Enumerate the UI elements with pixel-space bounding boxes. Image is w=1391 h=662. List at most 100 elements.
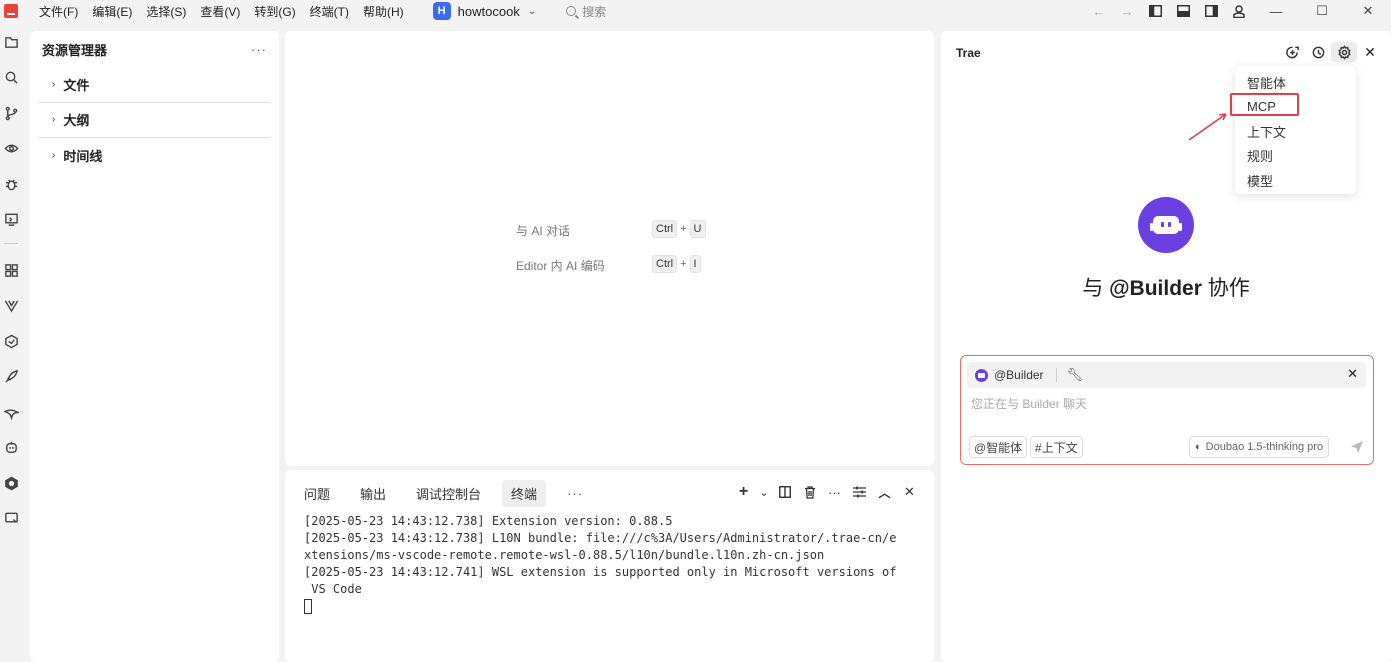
wrench-icon[interactable]: 🔧︎ (1067, 367, 1084, 383)
explorer-section-timeline[interactable]: › 时间线 (38, 138, 271, 174)
close-icon[interactable]: ✕ (897, 483, 922, 501)
menu-selection[interactable]: 选择(S) (139, 3, 193, 20)
activity-divider (4, 243, 18, 244)
cube-icon[interactable] (0, 329, 22, 353)
source-control-icon[interactable] (0, 101, 22, 125)
explorer-header: 资源管理器 ··· (30, 31, 279, 67)
tab-terminal[interactable]: 终端 (502, 479, 547, 507)
menu-item-rules[interactable]: 规则 (1235, 144, 1356, 169)
menu-view[interactable]: 查看(V) (193, 3, 247, 20)
model-icon: ◐ (1195, 441, 1202, 453)
chevron-right-icon: › (52, 150, 56, 162)
menu-file[interactable]: 文件(F) (32, 3, 85, 20)
menu-help[interactable]: 帮助(H) (356, 3, 411, 20)
tab-debug-console[interactable]: 调试控制台 (407, 480, 490, 507)
menu-terminal[interactable]: 终端(T) (303, 3, 356, 20)
chevron-right-icon: › (52, 78, 56, 90)
menu-item-context[interactable]: 上下文 (1235, 119, 1356, 144)
bottom-panel: 问题 输出 调试控制台 终端 ··· + ⌄ ··· ︿ ✕ [2025-05-… (285, 470, 934, 662)
explorer-section-files[interactable]: › 文件 (38, 67, 271, 103)
chat-input-box[interactable]: @Builder 🔧︎ ✕ 您正在与 Builder 聊天 @智能体 #上下文 … (960, 355, 1374, 465)
robot-icon[interactable] (0, 436, 22, 460)
more-icon[interactable]: ··· (822, 483, 847, 501)
split-terminal-icon[interactable] (772, 483, 797, 501)
menu-go[interactable]: 转到(G) (247, 3, 302, 20)
close-icon[interactable]: ✕ (1357, 42, 1383, 62)
menu-item-models[interactable]: 模型 (1235, 168, 1356, 193)
app-logo (4, 4, 18, 18)
toggle-aux-bar-icon[interactable] (1197, 0, 1225, 22)
rocket-icon[interactable] (0, 365, 22, 389)
close-window-icon[interactable]: ✕ (1345, 0, 1391, 22)
section-label: 时间线 (63, 149, 103, 165)
menu-edit[interactable]: 编辑(E) (85, 3, 139, 20)
eye-icon[interactable] (0, 137, 22, 161)
monitor-icon[interactable] (0, 507, 22, 531)
builder-avatar (1138, 197, 1194, 253)
more-icon[interactable]: ··· (558, 482, 592, 505)
title-controls: ← → — ☐ ✕ (1085, 0, 1391, 22)
sliders-icon[interactable] (847, 483, 872, 501)
collab-prefix: 与 (1082, 277, 1110, 300)
chevron-up-icon[interactable]: ︿ (872, 483, 897, 501)
trash-icon[interactable] (797, 483, 822, 501)
ai-chat-panel: Trae ✕ 智能体 MCP 上下文 规则 模型 与 @Builder 协作 @… (941, 31, 1391, 662)
maximize-icon[interactable]: ☐ (1299, 0, 1345, 22)
project-badge: H (432, 2, 451, 20)
key: I (689, 255, 701, 273)
project-switcher[interactable]: H howtocook ⌄ (432, 2, 536, 20)
new-chat-icon[interactable] (1279, 42, 1305, 62)
explorer-section-outline[interactable]: › 大纲 (38, 103, 271, 138)
key: Ctrl (652, 255, 678, 273)
search-icon[interactable] (0, 66, 22, 90)
add-terminal-icon[interactable]: + (731, 483, 756, 501)
bird-icon[interactable] (0, 400, 22, 424)
tab-output[interactable]: 输出 (351, 480, 395, 507)
plus-sign: + (680, 223, 687, 235)
gear-icon[interactable] (1331, 42, 1357, 62)
agent-name[interactable]: @Builder (994, 368, 1044, 382)
vue-icon[interactable] (0, 294, 22, 318)
activity-bar (0, 30, 22, 662)
more-icon[interactable]: ··· (251, 42, 267, 57)
key: Ctrl (652, 220, 678, 238)
ai-toolbar: ✕ (1279, 42, 1383, 62)
extensions-icon[interactable] (0, 258, 22, 282)
toggle-sidebar-icon[interactable] (1141, 0, 1169, 22)
explorer-icon[interactable] (0, 30, 22, 54)
toggle-panel-icon[interactable] (1169, 0, 1197, 22)
section-label: 文件 (63, 77, 90, 93)
minimize-icon[interactable]: — (1253, 0, 1299, 22)
send-icon[interactable] (1350, 440, 1364, 454)
explorer-panel: 资源管理器 ··· › 文件 › 大纲 › 时间线 (30, 31, 279, 662)
plus-sign: + (680, 258, 687, 270)
agent-chip-button[interactable]: @智能体 (969, 436, 1028, 458)
terminal-line: [2025-05-23 14:43:12.741] WSL extension … (304, 565, 897, 579)
debug-icon[interactable] (0, 172, 22, 196)
account-icon[interactable] (1225, 0, 1253, 22)
back-arrow-icon[interactable]: ← (1085, 0, 1113, 22)
forward-arrow-icon[interactable]: → (1113, 0, 1141, 22)
search-box[interactable]: 搜索 (566, 3, 606, 20)
context-chip-button[interactable]: #上下文 (1030, 436, 1083, 458)
explorer-title: 资源管理器 (42, 42, 108, 58)
chat-input-placeholder[interactable]: 您正在与 Builder 聊天 (971, 395, 1087, 412)
title-bar: 文件(F) 编辑(E) 选择(S) 查看(V) 转到(G) 终端(T) 帮助(H… (0, 0, 1391, 22)
collab-suffix: 协作 (1201, 277, 1250, 300)
terminal-output[interactable]: [2025-05-23 14:43:12.738] Extension vers… (304, 513, 924, 615)
hint-chat-label: 与 AI 对话 (516, 224, 571, 238)
editor-area: 与 AI 对话 Ctrl + U Editor 内 AI 编码 Ctrl + I (285, 31, 934, 466)
chevron-down-icon[interactable]: ⌄ (756, 483, 772, 501)
mcp-highlight-box (1230, 93, 1299, 116)
close-icon[interactable]: ✕ (1347, 366, 1358, 382)
model-selector[interactable]: ◐ Doubao 1.5-thinking pro (1189, 436, 1330, 458)
remote-explorer-icon[interactable] (0, 208, 22, 232)
project-name: howtocook (457, 3, 520, 19)
history-icon[interactable] (1305, 42, 1331, 62)
tab-problems[interactable]: 问题 (295, 480, 339, 507)
collab-heading: 与 @Builder 协作 (941, 272, 1391, 302)
terminal-line: VS Code (304, 582, 362, 596)
terminal-cursor (304, 599, 312, 614)
hexagon-icon[interactable] (0, 471, 22, 495)
menu-item-agents[interactable]: 智能体 (1235, 70, 1356, 95)
